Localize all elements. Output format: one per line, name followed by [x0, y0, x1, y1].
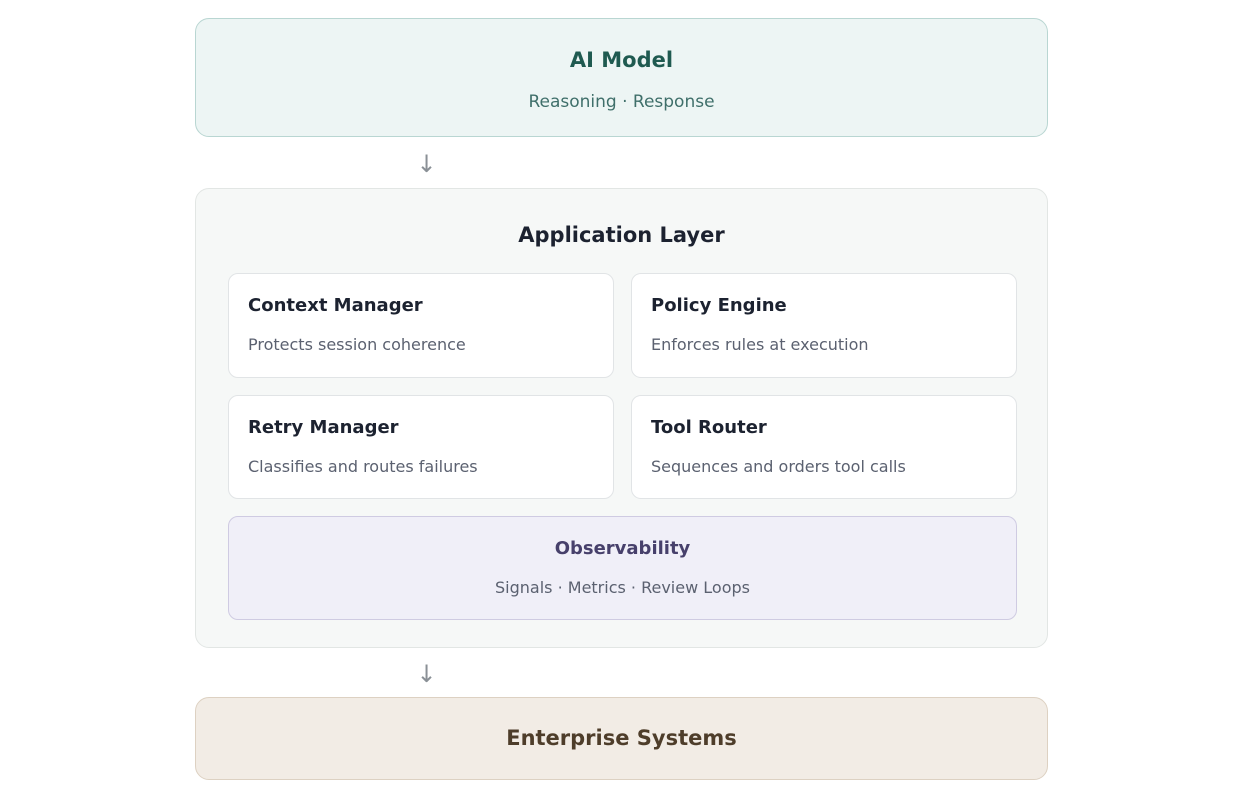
retry-manager-card: Retry Manager Classifies and routes fail…: [228, 395, 614, 499]
card-description: Classifies and routes failures: [248, 457, 478, 476]
card-title: Policy Engine: [651, 295, 787, 316]
observability-box: Observability Signals · Metrics · Review…: [228, 516, 1017, 620]
application-layer-box: Application Layer Context Manager Protec…: [195, 188, 1048, 648]
policy-engine-card: Policy Engine Enforces rules at executio…: [631, 273, 1017, 378]
ai-model-subtitle: Reasoning · Response: [528, 92, 715, 112]
down-arrow-icon: ↓: [416, 150, 437, 178]
tool-router-card: Tool Router Sequences and orders tool ca…: [631, 395, 1017, 499]
ai-model-title: AI Model: [569, 48, 674, 72]
card-description: Sequences and orders tool calls: [651, 457, 906, 476]
context-manager-card: Context Manager Protects session coheren…: [228, 273, 614, 378]
enterprise-systems-title: Enterprise Systems: [506, 726, 737, 750]
card-title: Tool Router: [651, 417, 767, 438]
observability-subtitle: Signals · Metrics · Review Loops: [495, 578, 750, 597]
enterprise-systems-box: Enterprise Systems: [195, 697, 1048, 780]
card-title: Context Manager: [248, 295, 423, 316]
architecture-diagram: AI Model Reasoning · Response ↓ Applicat…: [0, 0, 1238, 793]
card-description: Enforces rules at execution: [651, 335, 869, 354]
application-layer-title: Application Layer: [518, 223, 725, 247]
card-description: Protects session coherence: [248, 335, 466, 354]
observability-title: Observability: [554, 538, 691, 559]
ai-model-box: AI Model Reasoning · Response: [195, 18, 1048, 137]
down-arrow-icon: ↓: [416, 660, 437, 688]
card-title: Retry Manager: [248, 417, 399, 438]
